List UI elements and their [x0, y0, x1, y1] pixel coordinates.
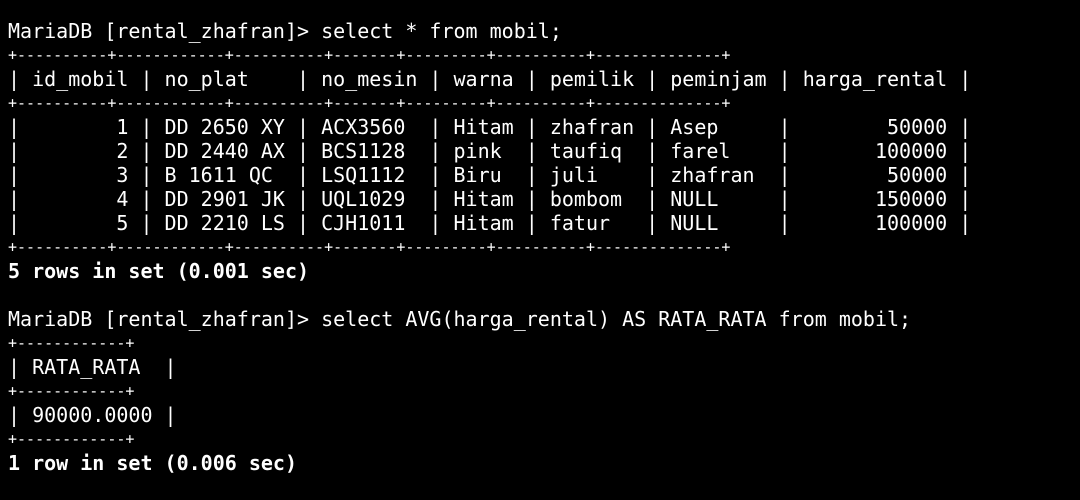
prompt-line-select-mobil: MariaDB [rental_zhafran]> select * from …: [8, 19, 562, 43]
status-line-avg: 1 row in set (0.006 sec): [8, 451, 297, 475]
avg-table-border-bottom: +------------+: [8, 430, 135, 448]
table-row: | 5 | DD 2210 LS | CJH1011 | Hitam | fat…: [8, 211, 972, 235]
table-row: | 2 | DD 2440 AX | BCS1128 | pink | tauf…: [8, 139, 972, 163]
avg-table-border-header: +------------+: [8, 382, 135, 400]
avg-table-row: | 90000.0000 |: [8, 403, 177, 427]
table-header-row: | id_mobil | no_plat | no_mesin | warna …: [8, 67, 972, 91]
avg-table-header-row: | RATA_RATA |: [8, 355, 177, 379]
avg-table-border-top: +------------+: [8, 334, 135, 352]
table-row: | 3 | B 1611 QC | LSQ1112 | Biru | juli …: [8, 163, 972, 187]
table-border-header: +----------+------------+----------+----…: [8, 94, 731, 112]
prompt-line-select-avg: MariaDB [rental_zhafran]> select AVG(har…: [8, 307, 912, 331]
terminal-window[interactable]: MariaDB [rental_zhafran]> select * from …: [0, 0, 1080, 500]
status-line-rows: 5 rows in set (0.001 sec): [8, 259, 310, 283]
table-border-bottom: +----------+------------+----------+----…: [8, 238, 731, 256]
table-row: | 4 | DD 2901 JK | UQL1029 | Hitam | bom…: [8, 187, 972, 211]
table-row: | 1 | DD 2650 XY | ACX3560 | Hitam | zha…: [8, 115, 972, 139]
table-border-top: +----------+------------+----------+----…: [8, 46, 731, 64]
